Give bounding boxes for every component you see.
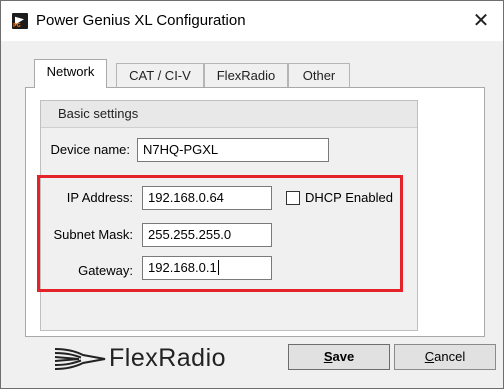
save-button[interactable]: Save <box>288 344 390 370</box>
tab-cat-civ[interactable]: CAT / CI-V <box>116 63 204 87</box>
cancel-button-mnemonic: C <box>424 349 435 364</box>
window-title: Power Genius XL Configuration <box>36 12 246 29</box>
flexradio-logo: FlexRadio <box>53 340 273 378</box>
cancel-button[interactable]: Cancel <box>394 344 496 370</box>
basic-settings-header: Basic settings <box>41 101 417 128</box>
tab-flexradio[interactable]: FlexRadio <box>204 63 288 87</box>
basic-settings-title: Basic settings <box>58 106 139 121</box>
device-name-label: Device name: <box>50 142 130 157</box>
device-name-input[interactable]: N7HQ-PGXL <box>137 138 329 162</box>
save-button-label: ave <box>332 349 355 364</box>
tab-other[interactable]: Other <box>288 63 350 87</box>
flexradio-logo-text: FlexRadio <box>109 344 227 372</box>
highlight-box <box>37 175 403 292</box>
close-button[interactable]: ✕ <box>459 1 503 41</box>
flexradio-logo-icon <box>54 348 106 370</box>
config-window: PG Power Genius XL Configuration ✕ Netwo… <box>0 0 504 389</box>
tab-network[interactable]: Network <box>34 59 107 88</box>
app-icon: PG <box>12 13 28 29</box>
title-bar: PG Power Genius XL Configuration ✕ <box>1 1 503 41</box>
cancel-button-label: ancel <box>434 349 466 364</box>
